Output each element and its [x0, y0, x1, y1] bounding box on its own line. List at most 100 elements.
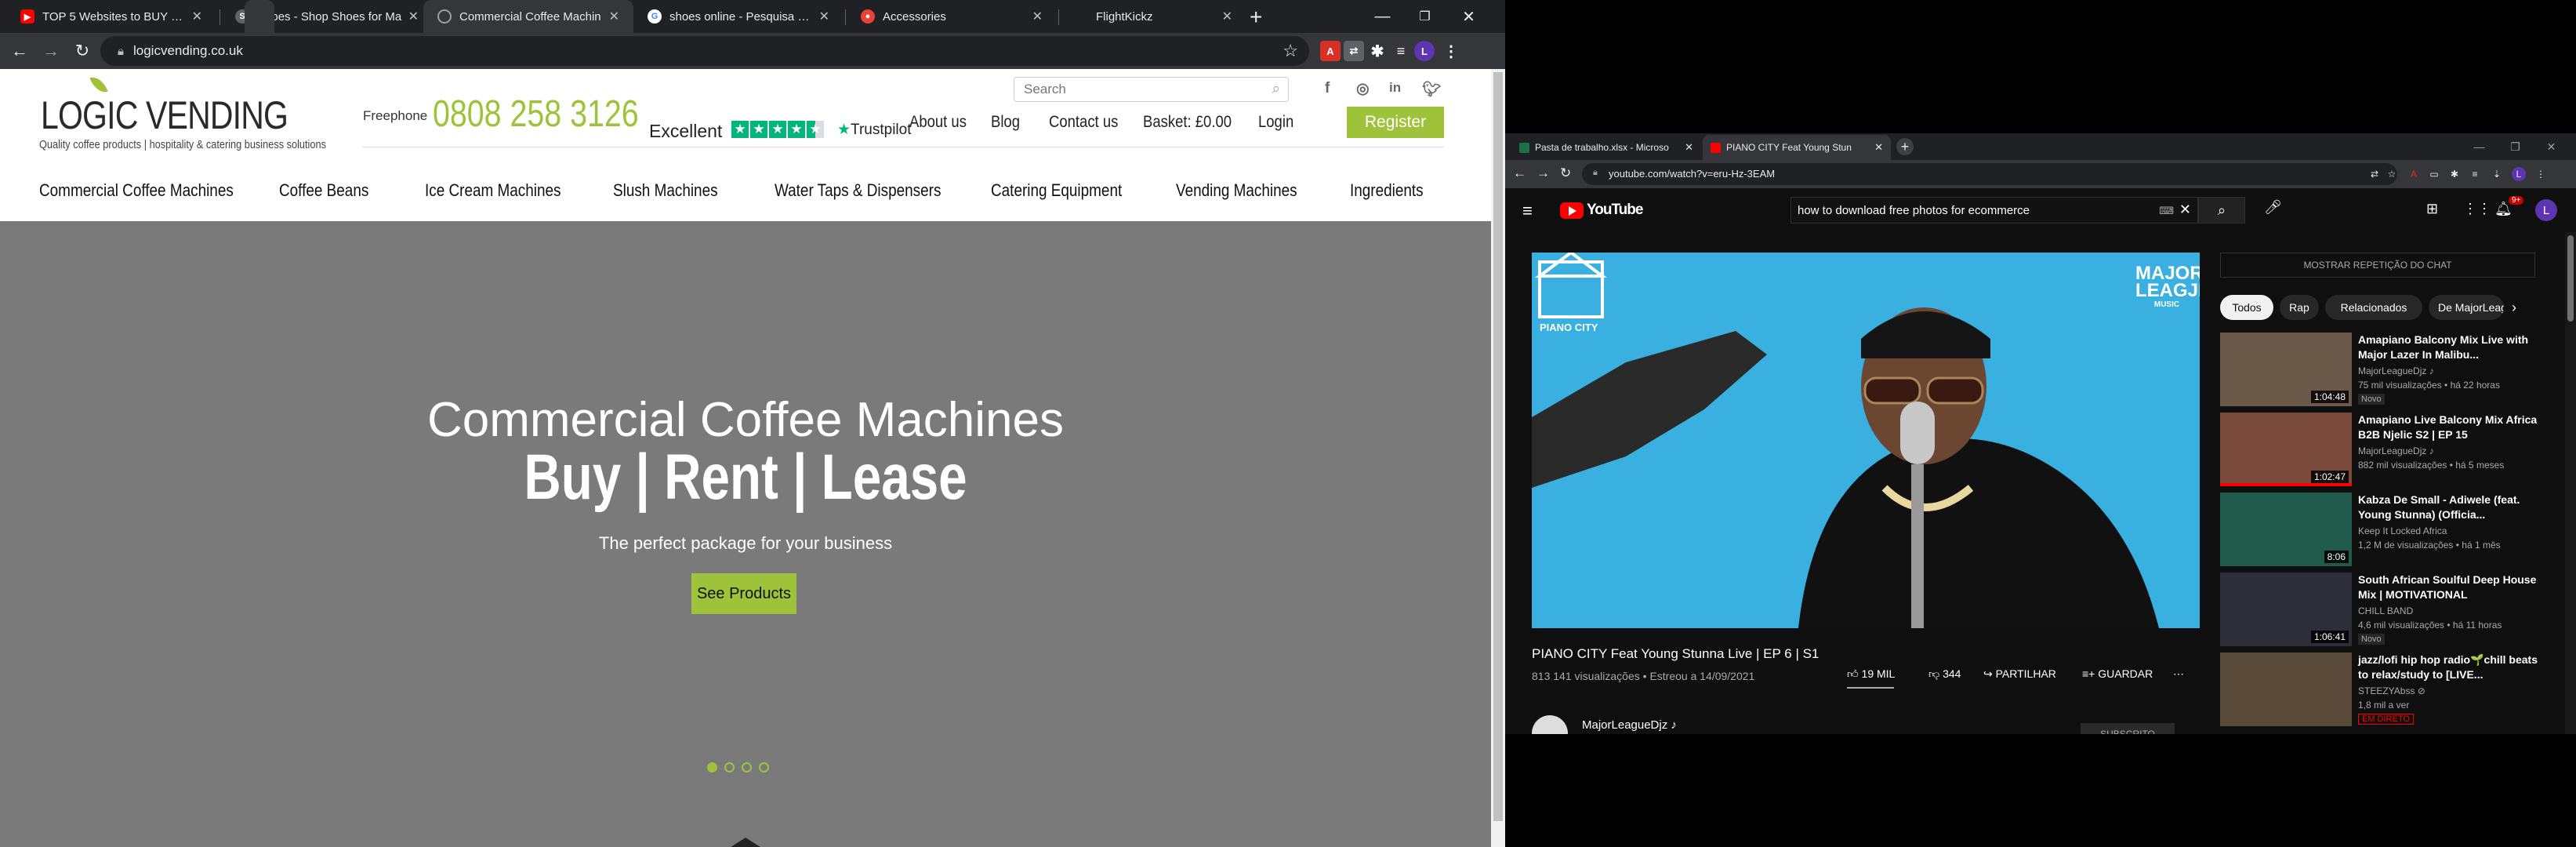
kebab-menu-icon[interactable]: ⋮ [1441, 41, 1461, 61]
puzzle-extensions-icon[interactable]: ✱ [1367, 41, 1388, 61]
video-thumbnail[interactable]: 1:06:41 [2220, 573, 2352, 646]
clear-search-icon[interactable]: ✕ [2179, 202, 2191, 218]
translate-icon[interactable]: ⇄ [2367, 167, 2382, 181]
nav-basket[interactable]: Basket: £0.00 [1143, 113, 1232, 132]
scroll-down-indicator-icon[interactable] [728, 838, 763, 847]
see-products-button[interactable]: See Products [691, 573, 796, 614]
freephone-number[interactable]: 0808 258 3126 [433, 93, 639, 136]
page-scrollbar[interactable] [1491, 69, 1505, 847]
video-thumbnail[interactable]: 1:02:47 [2220, 413, 2352, 486]
youtube-search-input[interactable]: how to download free photos for ecommerc… [1791, 197, 2198, 224]
show-chat-replay-button[interactable]: MOSTRAR REPETIÇÃO DO CHAT [2220, 253, 2535, 278]
minimize-button[interactable]: — [1361, 0, 1404, 33]
microphone-icon[interactable]: 🎤︎ [2264, 199, 2282, 216]
close-icon[interactable]: ✕ [1222, 9, 1232, 24]
like-button[interactable]: 👍︎ 19 MIL [1847, 667, 1895, 681]
youtube-logo[interactable]: YouTube [1560, 202, 1643, 219]
translate-extension-icon[interactable]: ⇄ [1344, 41, 1364, 61]
linkedin-icon[interactable]: in [1389, 80, 1401, 96]
recommended-video[interactable]: 1:06:41 South African Soulful Deep House… [2220, 573, 2563, 649]
new-tab-button[interactable]: + [1250, 5, 1262, 30]
recommended-video[interactable]: 1:04:48 Amapiano Balcony Mix Live with M… [2220, 333, 2563, 409]
profile-avatar-icon[interactable]: L [2512, 167, 2526, 181]
close-window-button[interactable]: ✕ [1447, 0, 1490, 33]
close-icon[interactable]: ✕ [609, 9, 619, 24]
share-button[interactable]: ↪ PARTILHAR [1983, 667, 2056, 681]
recommended-video[interactable]: 8:06 Kabza De Small - Adiwele (feat. You… [2220, 493, 2563, 569]
register-button[interactable]: Register [1347, 107, 1444, 138]
scrollbar-thumb[interactable] [1493, 72, 1503, 821]
reading-list-icon[interactable]: ≡ [2468, 167, 2482, 181]
close-icon[interactable]: ✕ [408, 9, 419, 24]
dislike-button[interactable]: 👎︎ 344 [1928, 667, 1961, 681]
cat-ingredients[interactable]: Ingredients [1350, 180, 1424, 201]
puzzle-extensions-icon[interactable]: ✱ [2447, 167, 2462, 181]
tab-3[interactable]: G shoes online - Pesquisa Go ✕ [633, 0, 844, 33]
back-icon[interactable]: ← [1513, 165, 1526, 181]
downloads-icon[interactable]: ⇣ [2490, 167, 2504, 181]
more-actions-icon[interactable]: ⋯ [2173, 667, 2184, 681]
close-icon[interactable]: ✕ [1874, 141, 1883, 154]
close-window-button[interactable]: ✕ [2534, 133, 2569, 160]
close-icon[interactable]: ✕ [1685, 141, 1693, 154]
save-button[interactable]: ≡+ GUARDAR [2082, 667, 2153, 680]
right-tab-1[interactable]: PIANO CITY Feat Young Stun ✕ [1703, 135, 1891, 160]
cat-vending-machines[interactable]: Vending Machines [1176, 180, 1297, 201]
nav-login[interactable]: Login [1258, 113, 1293, 132]
tab-2[interactable]: Commercial Coffee Machin ✕ [423, 0, 633, 33]
pdf-extension-icon[interactable]: A [2407, 167, 2421, 181]
recommended-video[interactable]: 1:02:47 Amapiano Live Balcony Mix Africa… [2220, 413, 2563, 489]
carousel-dot-4[interactable] [759, 762, 769, 772]
carousel-dot-2[interactable] [724, 762, 735, 772]
forward-icon[interactable]: → [38, 38, 64, 64]
address-bar[interactable]: 🔒︎ logicvending.co.uk ☆ [100, 36, 1309, 66]
cat-coffee-beans[interactable]: Coffee Beans [279, 180, 368, 201]
video-thumbnail[interactable] [2220, 653, 2352, 726]
right-tab-0[interactable]: Pasta de trabalho.xlsx - Microso ✕ [1511, 135, 1701, 160]
create-video-icon[interactable]: ⊞ [2426, 201, 2438, 217]
reload-icon[interactable]: ↻ [69, 38, 96, 64]
facebook-icon[interactable]: f [1325, 80, 1330, 97]
minimize-button[interactable]: — [2462, 133, 2497, 160]
bookmark-star-icon[interactable]: ☆ [1283, 41, 1298, 61]
account-avatar[interactable]: L [2535, 199, 2557, 221]
hamburger-menu-icon[interactable]: ≡ [1522, 201, 1533, 221]
tab-5[interactable]: FlightKickz ✕ [1060, 0, 1246, 33]
tab-4[interactable]: ● Accessories ✕ [847, 0, 1057, 33]
channel-avatar[interactable] [1532, 715, 1568, 734]
pdf-extension-icon[interactable]: A [1320, 41, 1341, 61]
cat-catering-equipment[interactable]: Catering Equipment [991, 180, 1122, 201]
nav-blog[interactable]: Blog [991, 113, 1020, 132]
cat-commercial-coffee-machines[interactable]: Commercial Coffee Machines [39, 180, 234, 201]
cat-water-taps[interactable]: Water Taps & Dispensers [775, 180, 941, 201]
nav-about-us[interactable]: About us [909, 113, 967, 132]
bookmark-star-icon[interactable]: ☆ [2385, 167, 2399, 181]
back-icon[interactable]: ← [6, 38, 33, 64]
carousel-dot-3[interactable] [742, 762, 752, 772]
video-player[interactable]: PIANO CITY MAJOR LEAGJE MUSIC [1532, 253, 2200, 628]
close-icon[interactable]: ✕ [819, 9, 829, 24]
channel-name[interactable]: MajorLeagueDjz ♪ [1582, 718, 1677, 732]
video-thumbnail[interactable]: 1:04:48 [2220, 333, 2352, 406]
search-icon[interactable]: ⌕ [1272, 81, 1280, 98]
chip-all[interactable]: Todos [2220, 295, 2273, 320]
restore-button[interactable]: ❐ [1403, 0, 1446, 33]
cat-slush-machines[interactable]: Slush Machines [613, 180, 718, 201]
search-button[interactable]: ⌕ [2198, 197, 2245, 224]
chip-channel[interactable]: De MajorLeag [2429, 295, 2504, 320]
trustpilot-logo[interactable]: ★Trustpilot [837, 121, 911, 139]
right-address-bar[interactable]: 🔒︎ youtube.com/watch?v=eru-Hz-3EAM [1582, 163, 2397, 185]
profile-avatar-icon[interactable]: L [1414, 41, 1435, 61]
chevron-right-icon[interactable]: › [2512, 300, 2516, 316]
chip-rap[interactable]: Rap [2280, 295, 2319, 320]
nav-contact-us[interactable]: Contact us [1049, 113, 1118, 132]
subscribe-button[interactable]: SUBSCRITO [2081, 723, 2175, 734]
twitter-icon[interactable]: 🐦︎ [1422, 80, 1441, 99]
recommended-video[interactable]: jazz/lofi hip hop radio🌱chill beats to r… [2220, 653, 2563, 729]
kebab-menu-icon[interactable]: ⋮ [2534, 167, 2548, 181]
scrollbar-thumb[interactable] [2567, 235, 2574, 322]
restore-button[interactable]: ❐ [2498, 133, 2533, 160]
forward-icon[interactable]: → [1537, 165, 1550, 181]
new-tab-button[interactable]: + [1896, 138, 1914, 155]
chip-related[interactable]: Relacionados [2325, 295, 2422, 320]
